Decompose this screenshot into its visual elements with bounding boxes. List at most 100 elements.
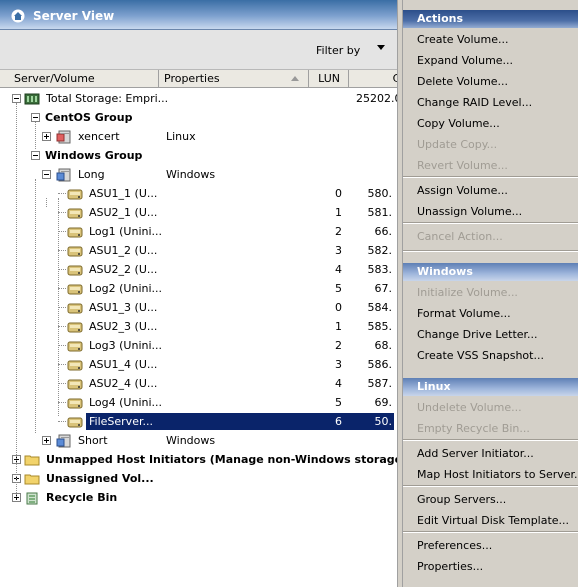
linux-action-item[interactable]: Add Server Initiator...	[417, 446, 534, 462]
linux-section-header[interactable]: Linux	[403, 378, 578, 396]
tree-item-lun: 2	[335, 225, 342, 238]
tree-connector	[58, 198, 59, 416]
tree-item-lun: 5	[335, 282, 342, 295]
tree-row[interactable]: Long Windows	[0, 165, 397, 184]
tree-item-lun: 0	[335, 187, 342, 200]
collapse-minus-icon[interactable]	[31, 151, 40, 160]
tree-row[interactable]: Short Windows	[0, 431, 397, 450]
tree-item-label: ASU1_4 (U...	[89, 358, 158, 371]
linux-action-item[interactable]: Undelete Volume...	[417, 400, 522, 416]
tree-item-label: ASU2_2 (U...	[89, 263, 158, 276]
tree-row[interactable]: ASU1_1 (U... 0 580.	[0, 184, 397, 203]
tree-row[interactable]: Unassigned Vol...	[0, 469, 397, 488]
tree-item-capacity: 584.	[367, 301, 393, 314]
tree-row[interactable]: ASU2_1 (U... 1 581.	[0, 203, 397, 222]
tree-item-capacity: 586.	[367, 358, 393, 371]
action-item[interactable]: Unassign Volume...	[417, 204, 522, 220]
tree-item-capacity: 68.	[374, 339, 393, 352]
action-item[interactable]: Delete Volume...	[417, 74, 508, 90]
tree-row[interactable]: Total Storage: Empri... 25202.0	[0, 89, 398, 108]
tree-item-label: ASU2_4 (U...	[89, 377, 158, 390]
tree-row[interactable]: ASU1_4 (U... 3 586.	[0, 355, 397, 374]
action-item[interactable]: Assign Volume...	[417, 183, 508, 199]
tree-row[interactable]: CentOS Group	[0, 108, 397, 127]
tree-row[interactable]: Recycle Bin	[0, 488, 397, 507]
separator	[403, 222, 578, 224]
tree-row[interactable]: Log3 (Unini... 2 68.	[0, 336, 397, 355]
tree-item-capacity: 25202.0	[356, 92, 398, 105]
windows-action-item[interactable]: Format Volume...	[417, 306, 511, 322]
linux-action-item[interactable]: Map Host Initiators to Server...	[417, 467, 578, 483]
actions-section-header[interactable]: Actions	[403, 10, 578, 28]
tree-row[interactable]: ASU1_2 (U... 3 582.	[0, 241, 397, 260]
tree-row[interactable]: Log4 (Unini... 5 69.	[0, 393, 397, 412]
volume-icon	[67, 358, 83, 372]
volume-icon	[67, 377, 83, 391]
filter-by-label[interactable]: Filter by	[316, 44, 360, 57]
tree-item-capacity: 582.	[367, 244, 393, 257]
volume-icon	[67, 187, 83, 201]
collapse-minus-icon[interactable]	[42, 170, 51, 179]
windows-action-item[interactable]: Create VSS Snapshot...	[417, 348, 544, 364]
linux-action-item[interactable]: Empty Recycle Bin...	[417, 421, 530, 437]
column-header-properties[interactable]: Properties	[159, 70, 309, 88]
tree-item-capacity: 67.	[374, 282, 393, 295]
tree-row[interactable]: FileServer... 6 50.	[0, 412, 397, 431]
tree-item-label: xencert	[78, 130, 120, 143]
tree-item-label: Short	[78, 434, 108, 447]
action-item[interactable]: Copy Volume...	[417, 116, 500, 132]
server-view-title: Server View	[33, 9, 115, 23]
filter-dropdown-arrow-icon[interactable]	[377, 45, 385, 50]
tree-row[interactable]: Unmapped Host Initiators (Manage non-Win…	[0, 450, 397, 469]
tree-item-capacity: 50.	[374, 415, 393, 428]
windows-action-item[interactable]: Initialize Volume...	[417, 285, 518, 301]
action-item[interactable]: Update Copy...	[417, 137, 497, 153]
collapse-minus-icon[interactable]	[31, 113, 40, 122]
tree-row[interactable]: ASU2_2 (U... 4 583.	[0, 260, 397, 279]
tree-item-lun: 3	[335, 358, 342, 371]
tree-connector	[58, 250, 66, 251]
tree-row[interactable]: ASU2_4 (U... 4 587.	[0, 374, 397, 393]
actions-panel: Actions Create Volume... Expand Volume... D…	[403, 0, 578, 587]
tree-connector	[58, 269, 66, 270]
linux-action-item[interactable]: Properties...	[417, 559, 483, 575]
tree-item-properties: Windows	[166, 168, 216, 181]
windows-section-header[interactable]: Windows	[403, 263, 578, 281]
sort-arrow-icon	[291, 76, 299, 81]
tree-row[interactable]: ASU1_3 (U... 0 584.	[0, 298, 397, 317]
expand-plus-icon[interactable]	[42, 132, 51, 141]
column-header-row: Server/Volume Properties LUN Ca	[0, 70, 397, 88]
expand-plus-icon[interactable]	[42, 436, 51, 445]
column-header-lun[interactable]: LUN	[309, 70, 349, 88]
tree-item-lun: 0	[335, 301, 342, 314]
volume-icon	[67, 206, 83, 220]
linux-action-item[interactable]: Preferences...	[417, 538, 492, 554]
home-icon[interactable]	[11, 9, 25, 23]
action-item[interactable]: Revert Volume...	[417, 158, 508, 174]
volume-icon	[67, 263, 83, 277]
action-item[interactable]: Cancel Action...	[417, 229, 503, 245]
linux-action-item[interactable]: Edit Virtual Disk Template...	[417, 513, 569, 529]
volume-icon	[67, 339, 83, 353]
tree-item-capacity: 587.	[367, 377, 393, 390]
tree-item-capacity: 583.	[367, 263, 393, 276]
action-item[interactable]: Create Volume...	[417, 32, 508, 48]
tree-row[interactable]: Windows Group	[0, 146, 397, 165]
tree-connector	[58, 288, 66, 289]
tree-item-label: CentOS Group	[45, 111, 133, 124]
column-header-server-volume[interactable]: Server/Volume	[9, 70, 159, 88]
linux-action-item[interactable]: Group Servers...	[417, 492, 506, 508]
tree-row[interactable]: xencert Linux	[0, 127, 397, 146]
action-item[interactable]: Change RAID Level...	[417, 95, 532, 111]
tree-row[interactable]: Log2 (Unini... 5 67.	[0, 279, 397, 298]
tree-row[interactable]: Log1 (Unini... 2 66.	[0, 222, 397, 241]
windows-action-item[interactable]: Change Drive Letter...	[417, 327, 538, 343]
tree-item-label: ASU2_3 (U...	[89, 320, 158, 333]
tree-row[interactable]: ASU2_3 (U... 1 585.	[0, 317, 397, 336]
action-item[interactable]: Expand Volume...	[417, 53, 513, 69]
tree-item-lun: 4	[335, 377, 342, 390]
tree-item-label: ASU1_2 (U...	[89, 244, 158, 257]
tree-item-lun: 6	[335, 415, 342, 428]
column-header-capacity[interactable]: Ca	[349, 70, 397, 88]
collapse-minus-icon[interactable]	[12, 94, 21, 103]
